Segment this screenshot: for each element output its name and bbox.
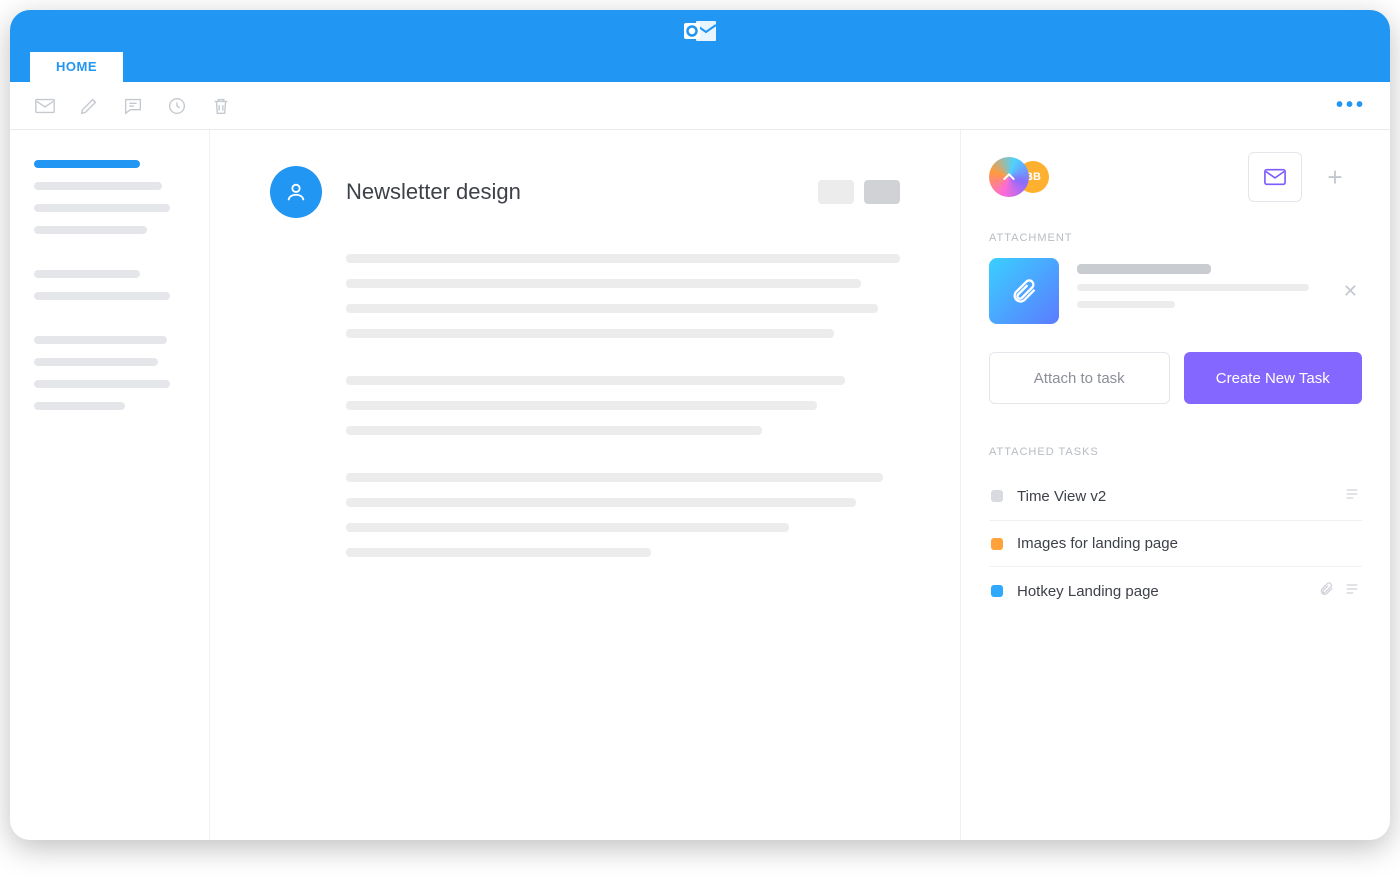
attach-to-task-button[interactable]: Attach to task bbox=[989, 352, 1170, 404]
left-nav bbox=[10, 130, 210, 840]
attached-tasks-list: Time View v2 Images for landing page Hotke… bbox=[989, 472, 1362, 615]
nav-item[interactable] bbox=[34, 292, 170, 300]
note-icon bbox=[1344, 486, 1360, 506]
mail-icon[interactable] bbox=[34, 95, 56, 117]
nav-item[interactable] bbox=[34, 336, 167, 344]
nav-item[interactable] bbox=[34, 160, 140, 168]
nav-item[interactable] bbox=[34, 358, 158, 366]
attachment-section-label: ATTACHMENT bbox=[989, 232, 1362, 244]
task-status-dot bbox=[991, 585, 1003, 597]
task-row[interactable]: Images for landing page bbox=[989, 521, 1362, 567]
close-icon[interactable]: ✕ bbox=[1339, 277, 1362, 306]
task-row[interactable]: Time View v2 bbox=[989, 472, 1362, 521]
panel-add-button[interactable]: + bbox=[1308, 152, 1362, 202]
nav-item[interactable] bbox=[34, 204, 170, 212]
task-row[interactable]: Hotkey Landing page bbox=[989, 567, 1362, 615]
attachment-item: ✕ bbox=[989, 258, 1362, 324]
chip[interactable] bbox=[864, 180, 900, 204]
chip[interactable] bbox=[818, 180, 854, 204]
tab-home[interactable]: HOME bbox=[30, 49, 123, 82]
nav-item[interactable] bbox=[34, 380, 170, 388]
chat-icon[interactable] bbox=[122, 95, 144, 117]
task-title: Images for landing page bbox=[1017, 535, 1178, 552]
mail-body bbox=[270, 254, 900, 557]
sender-avatar bbox=[270, 166, 322, 218]
nav-item[interactable] bbox=[34, 270, 140, 278]
app-window: HOME ••• bbox=[10, 10, 1390, 840]
clock-icon[interactable] bbox=[166, 95, 188, 117]
trash-icon[interactable] bbox=[210, 95, 232, 117]
edit-icon[interactable] bbox=[78, 95, 100, 117]
app-icons: BB bbox=[989, 157, 1049, 197]
task-title: Hotkey Landing page bbox=[1017, 583, 1159, 600]
clickup-icon[interactable] bbox=[989, 157, 1029, 197]
nav-item[interactable] bbox=[34, 226, 147, 234]
more-icon[interactable]: ••• bbox=[1336, 94, 1366, 117]
nav-item[interactable] bbox=[34, 402, 125, 410]
paperclip-icon bbox=[1318, 581, 1334, 601]
note-icon bbox=[1344, 581, 1360, 601]
outlook-logo-icon bbox=[682, 17, 718, 45]
mail-pane: Newsletter design bbox=[210, 130, 960, 840]
titlebar bbox=[10, 10, 1390, 52]
task-status-dot bbox=[991, 490, 1003, 502]
ribbon-tabs: HOME bbox=[10, 52, 1390, 82]
panel-tab-mail[interactable] bbox=[1248, 152, 1302, 202]
attached-tasks-label: ATTACHED TASKS bbox=[989, 446, 1362, 458]
toolbar: ••• bbox=[10, 82, 1390, 130]
clickup-panel: BB + ATTACHMENT ✕ bbox=[960, 130, 1390, 840]
mail-subject: Newsletter design bbox=[346, 179, 794, 205]
mail-action-chips bbox=[818, 180, 900, 204]
create-new-task-button[interactable]: Create New Task bbox=[1184, 352, 1363, 404]
task-status-dot bbox=[991, 538, 1003, 550]
nav-item[interactable] bbox=[34, 182, 162, 190]
body: Newsletter design bbox=[10, 130, 1390, 840]
paperclip-icon bbox=[989, 258, 1059, 324]
task-title: Time View v2 bbox=[1017, 488, 1106, 505]
